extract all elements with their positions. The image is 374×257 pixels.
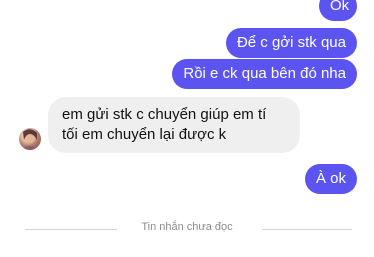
message-out-ok[interactable]: Ok bbox=[319, 0, 357, 21]
message-text: À ok bbox=[315, 170, 346, 187]
message-text: Để c gởi stk qua bbox=[236, 34, 346, 51]
avatar[interactable] bbox=[19, 128, 41, 150]
message-out-a-ok[interactable]: À ok bbox=[304, 164, 357, 194]
message-out-de-c-goi-stk[interactable]: Để c gởi stk qua bbox=[225, 28, 357, 58]
message-out-roi-e-ck[interactable]: Rồi e ck qua bên đó nha bbox=[172, 59, 357, 89]
message-in-em-gui-stk[interactable]: em gửi stk c chuyển giúp em tí tối em ch… bbox=[48, 97, 300, 153]
unread-divider-label: Tin nhắn chưa đọc bbox=[141, 221, 233, 233]
unread-divider-line-right bbox=[262, 229, 352, 230]
message-text: Ok bbox=[330, 0, 350, 14]
message-text: em gửi stk c chuyển giúp em tí tối em ch… bbox=[62, 106, 267, 143]
message-text: Rồi e ck qua bên đó nha bbox=[183, 65, 346, 82]
profile-photo-icon bbox=[21, 129, 39, 150]
